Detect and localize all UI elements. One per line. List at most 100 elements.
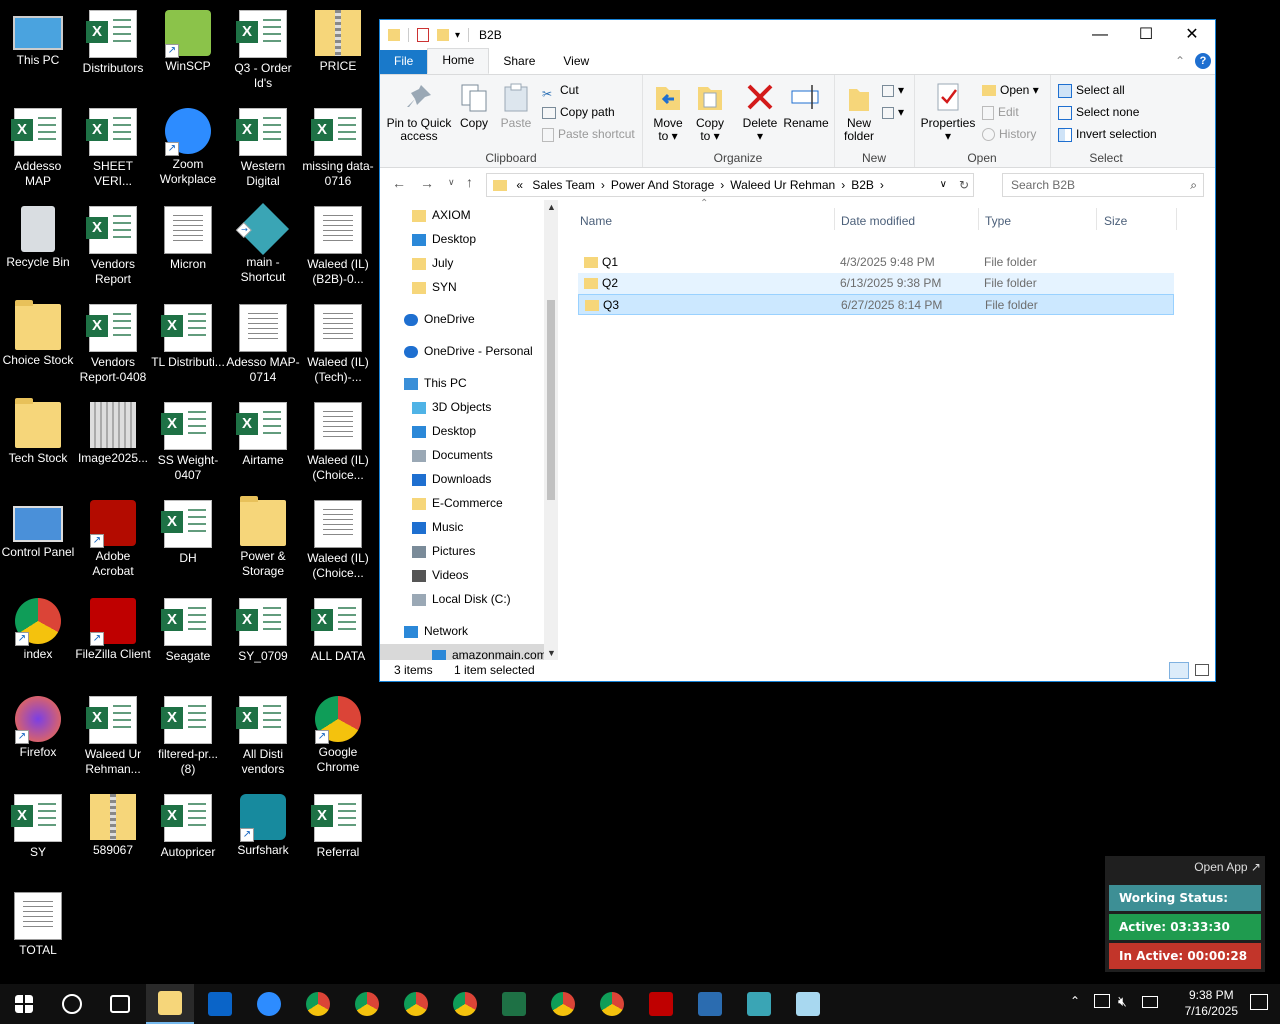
nav-scrollbar[interactable]: ▲ ▼ [544,200,558,660]
copy-button[interactable]: Copy [456,75,492,130]
taskbar-task-view-button[interactable] [96,984,144,1024]
desktop-icon[interactable]: Image2025... [75,396,151,466]
easy-access-button[interactable]: ▾ [882,102,904,122]
taskbar-main-button[interactable] [735,984,783,1024]
desktop-icon[interactable]: SHEET VERI... [75,102,151,189]
properties-button[interactable]: Properties ▾ [920,75,976,143]
nav-item[interactable]: Desktop [412,420,476,442]
taskbar-notes-button[interactable] [784,984,832,1024]
desktop-icon[interactable]: Seagate [150,592,226,664]
nav-item[interactable]: July [412,252,453,274]
nav-item[interactable]: Desktop [412,228,476,250]
desktop-icon[interactable]: Autopricer [150,788,226,860]
breadcrumb-item[interactable]: B2B [851,178,874,192]
copy-to-button[interactable]: Copy to ▾ [690,75,730,143]
taskbar-outlook-button[interactable] [196,984,244,1024]
taskbar-search-button[interactable] [48,984,96,1024]
open-app-link[interactable]: Open App ↗ [1194,860,1261,874]
nav-item[interactable]: SYN [412,276,457,298]
large-icons-view-icon[interactable] [1195,664,1209,676]
nav-item[interactable]: Videos [412,564,468,586]
desktop-icon[interactable]: ↗ FileZilla Client [75,592,151,662]
scroll-down-icon[interactable]: ▼ [547,648,556,658]
close-button[interactable]: ✕ [1169,20,1215,50]
breadcrumb-separator-icon[interactable]: › [720,178,724,192]
breadcrumb-separator-icon[interactable]: › [841,178,845,192]
nav-item[interactable]: Downloads [412,468,491,490]
nav-item[interactable]: 3D Objects [412,396,491,418]
desktop-icon[interactable]: DH [150,494,226,566]
desktop-icon[interactable]: Waleed (IL)(Tech)-... [300,298,376,385]
cut-button[interactable]: ✂ Cut [542,80,579,101]
select-none-button[interactable]: Select none [1058,102,1139,122]
scroll-up-icon[interactable]: ▲ [547,202,556,212]
paste-button[interactable]: Paste [498,75,534,130]
minimize-button[interactable]: — [1077,20,1123,50]
desktop-icon[interactable]: Micron [150,200,226,272]
new-item-button[interactable]: ▾ [882,80,904,100]
properties-quick-icon[interactable] [417,28,429,42]
desktop-icon[interactable]: SS Weight-0407 [150,396,226,483]
rename-button[interactable]: Rename [782,75,830,130]
address-overflow[interactable]: « [516,178,523,192]
desktop-icon[interactable]: Airtame [225,396,301,468]
nav-item[interactable]: This PC [404,372,467,394]
desktop-icon[interactable]: Distributors [75,4,151,76]
taskbar-chrome-button[interactable] [588,984,636,1024]
desktop-icon[interactable]: missing data-0716 [300,102,376,189]
desktop-icon[interactable]: Referral [300,788,376,860]
desktop-icon[interactable]: Waleed (IL)(B2B)-0... [300,200,376,287]
desktop-icon[interactable]: ↗ Firefox [0,690,76,760]
nav-item[interactable]: Local Disk (C:) [412,588,511,610]
desktop-icon[interactable]: Q3 - Order Id's [225,4,301,91]
desktop-icon[interactable]: Waleed Ur Rehman... [75,690,151,777]
breadcrumb-item[interactable]: Waleed Ur Rehman [730,178,835,192]
move-to-button[interactable]: Move to ▾ [648,75,688,143]
meet-now-icon[interactable] [1094,994,1110,1008]
clock[interactable]: 9:38 PM 7/16/2025 [1185,987,1238,1019]
nav-item[interactable]: OneDrive - Personal [404,340,533,362]
recent-locations-icon[interactable]: ∨ [448,177,455,188]
taskbar-start-button[interactable] [0,984,48,1024]
breadcrumb-item[interactable]: Sales Team [532,178,594,192]
desktop-icon[interactable]: TL Distributi... [150,298,226,370]
taskbar-zoom-button[interactable] [245,984,293,1024]
back-arrow-icon[interactable]: ← [392,175,406,191]
taskbar-excel-button[interactable] [490,984,538,1024]
nav-item[interactable]: Network [404,620,468,642]
notifications-icon[interactable] [1250,994,1268,1010]
desktop-icon[interactable]: Recycle Bin [0,200,76,270]
address-dropdown-icon[interactable]: ∨ [940,174,947,196]
desktop-icon[interactable]: Vendors Report-0408 [75,298,151,385]
tab-view[interactable]: View [549,50,603,74]
desktop-icon[interactable]: Western Digital [225,102,301,189]
desktop-icon[interactable]: All Disti vendors [225,690,301,777]
maximize-button[interactable]: ☐ [1123,20,1169,50]
nav-item[interactable]: Documents [412,444,493,466]
tab-home[interactable]: Home [427,48,490,74]
breadcrumb-separator-icon[interactable]: › [601,178,605,192]
details-view-icon[interactable] [1169,662,1189,679]
desktop-icon[interactable]: ↗ WinSCP [150,4,226,74]
customize-qat-icon[interactable]: ▾ [455,30,460,41]
desktop-icon[interactable]: TOTAL [0,886,76,958]
tab-file[interactable]: File [380,50,428,74]
taskbar-filezilla-button[interactable] [637,984,685,1024]
taskbar-chrome-button[interactable] [343,984,391,1024]
desktop-icon[interactable]: ↗ Zoom Workplace [150,102,226,187]
title-bar[interactable]: ▾ B2B — ☐ ✕ [380,20,1215,50]
nav-item[interactable]: Pictures [412,540,475,562]
show-hidden-icons[interactable]: ⌃ [1070,994,1080,1008]
desktop-icon[interactable]: ↗ Surfshark [225,788,301,858]
desktop-icon[interactable]: Tech Stock [0,396,76,466]
taskbar-chrome-button[interactable] [392,984,440,1024]
tab-share[interactable]: Share [489,50,549,74]
taskbar-chrome-button[interactable] [441,984,489,1024]
file-row[interactable]: Q2 6/13/2025 9:38 PM File folder [578,273,1174,294]
refresh-icon[interactable]: ↻ [959,174,969,196]
taskbar-chrome-button[interactable] [294,984,342,1024]
open-button[interactable]: Open ▾ [982,80,1039,100]
file-row[interactable]: Q3 6/27/2025 8:14 PM File folder [578,294,1174,315]
invert-selection-button[interactable]: Invert selection [1058,124,1157,144]
new-folder-quick-icon[interactable] [437,29,449,41]
